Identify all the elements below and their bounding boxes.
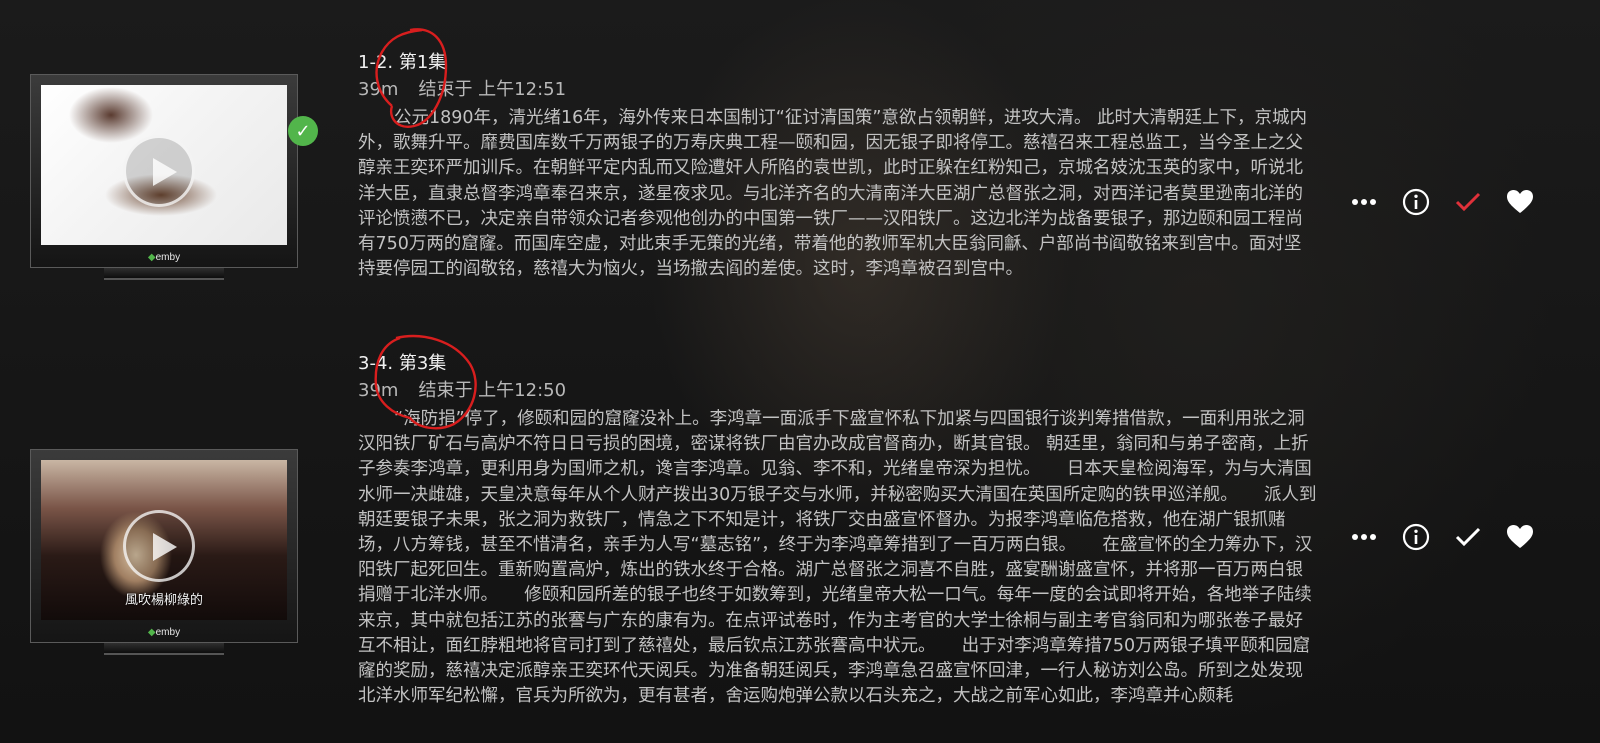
tv-frame: 風吹楊柳綠的 ◆emby <box>30 449 298 643</box>
episode-thumbnail[interactable]: 風吹楊柳綠的 ◆emby <box>30 449 298 655</box>
episode-end-time: 结束于 上午12:50 <box>418 380 567 401</box>
info-circle-icon[interactable] <box>1390 182 1442 222</box>
episode-info: 1-2. 第1集 39m 结束于 上午12:51 公元1890年，清光绪16年，海… <box>358 50 1318 282</box>
tv-stand <box>104 643 224 655</box>
episode-duration: 39m <box>358 79 399 100</box>
episode-overview: 公元1890年，清光绪16年，海外传来日本国制订“征讨清国策”意欲占领朝鲜，进攻… <box>358 108 1307 280</box>
emby-logo: ◆emby <box>147 627 181 638</box>
info-circle-icon[interactable] <box>1390 517 1442 557</box>
checkmark-icon[interactable] <box>1442 517 1494 557</box>
episode-title[interactable]: 1-2. 第1集 <box>358 50 1318 76</box>
episode-duration: 39m <box>358 380 399 401</box>
more-horizontal-icon[interactable] <box>1338 182 1390 222</box>
check-badge-icon: ✓ <box>288 116 318 146</box>
episode-row: ◆emby ✓ 1-2. 第1集 39m 结束于 上午12:51 公元1890年，… <box>0 40 1600 330</box>
episode-actions <box>1338 517 1568 557</box>
emby-logo: ◆emby <box>147 252 181 263</box>
episode-meta: 39m 结束于 上午12:51 <box>358 76 1318 104</box>
episode-info: 3-4. 第3集 39m 结束于 上午12:50 “海防捐”停了，修颐和园的窟窿没… <box>358 351 1318 737</box>
heart-icon[interactable] <box>1494 517 1546 557</box>
more-horizontal-icon[interactable] <box>1338 517 1390 557</box>
episode-end-time: 结束于 上午12:51 <box>418 79 567 100</box>
tv-frame: ◆emby <box>30 74 298 268</box>
checkmark-icon[interactable] <box>1442 182 1494 222</box>
episode-row: 風吹楊柳綠的 ◆emby 3-4. 第3集 39m 结束于 上午12:50 “海防… <box>0 345 1600 743</box>
play-icon[interactable] <box>123 510 195 582</box>
play-icon[interactable] <box>123 135 195 207</box>
heart-icon[interactable] <box>1494 182 1546 222</box>
episode-actions <box>1338 182 1568 222</box>
episode-title[interactable]: 3-4. 第3集 <box>358 351 1318 377</box>
episode-overview: “海防捐”停了，修颐和园的窟窿没补上。李鸿章一面派手下盛宣怀私下加紧与四国银行谈… <box>358 409 1317 707</box>
episode-thumbnail[interactable]: ◆emby <box>30 74 298 280</box>
thumbnail-caption: 風吹楊柳綠的 <box>124 593 203 608</box>
tv-stand <box>104 268 224 280</box>
episode-meta: 39m 结束于 上午12:50 <box>358 377 1318 405</box>
